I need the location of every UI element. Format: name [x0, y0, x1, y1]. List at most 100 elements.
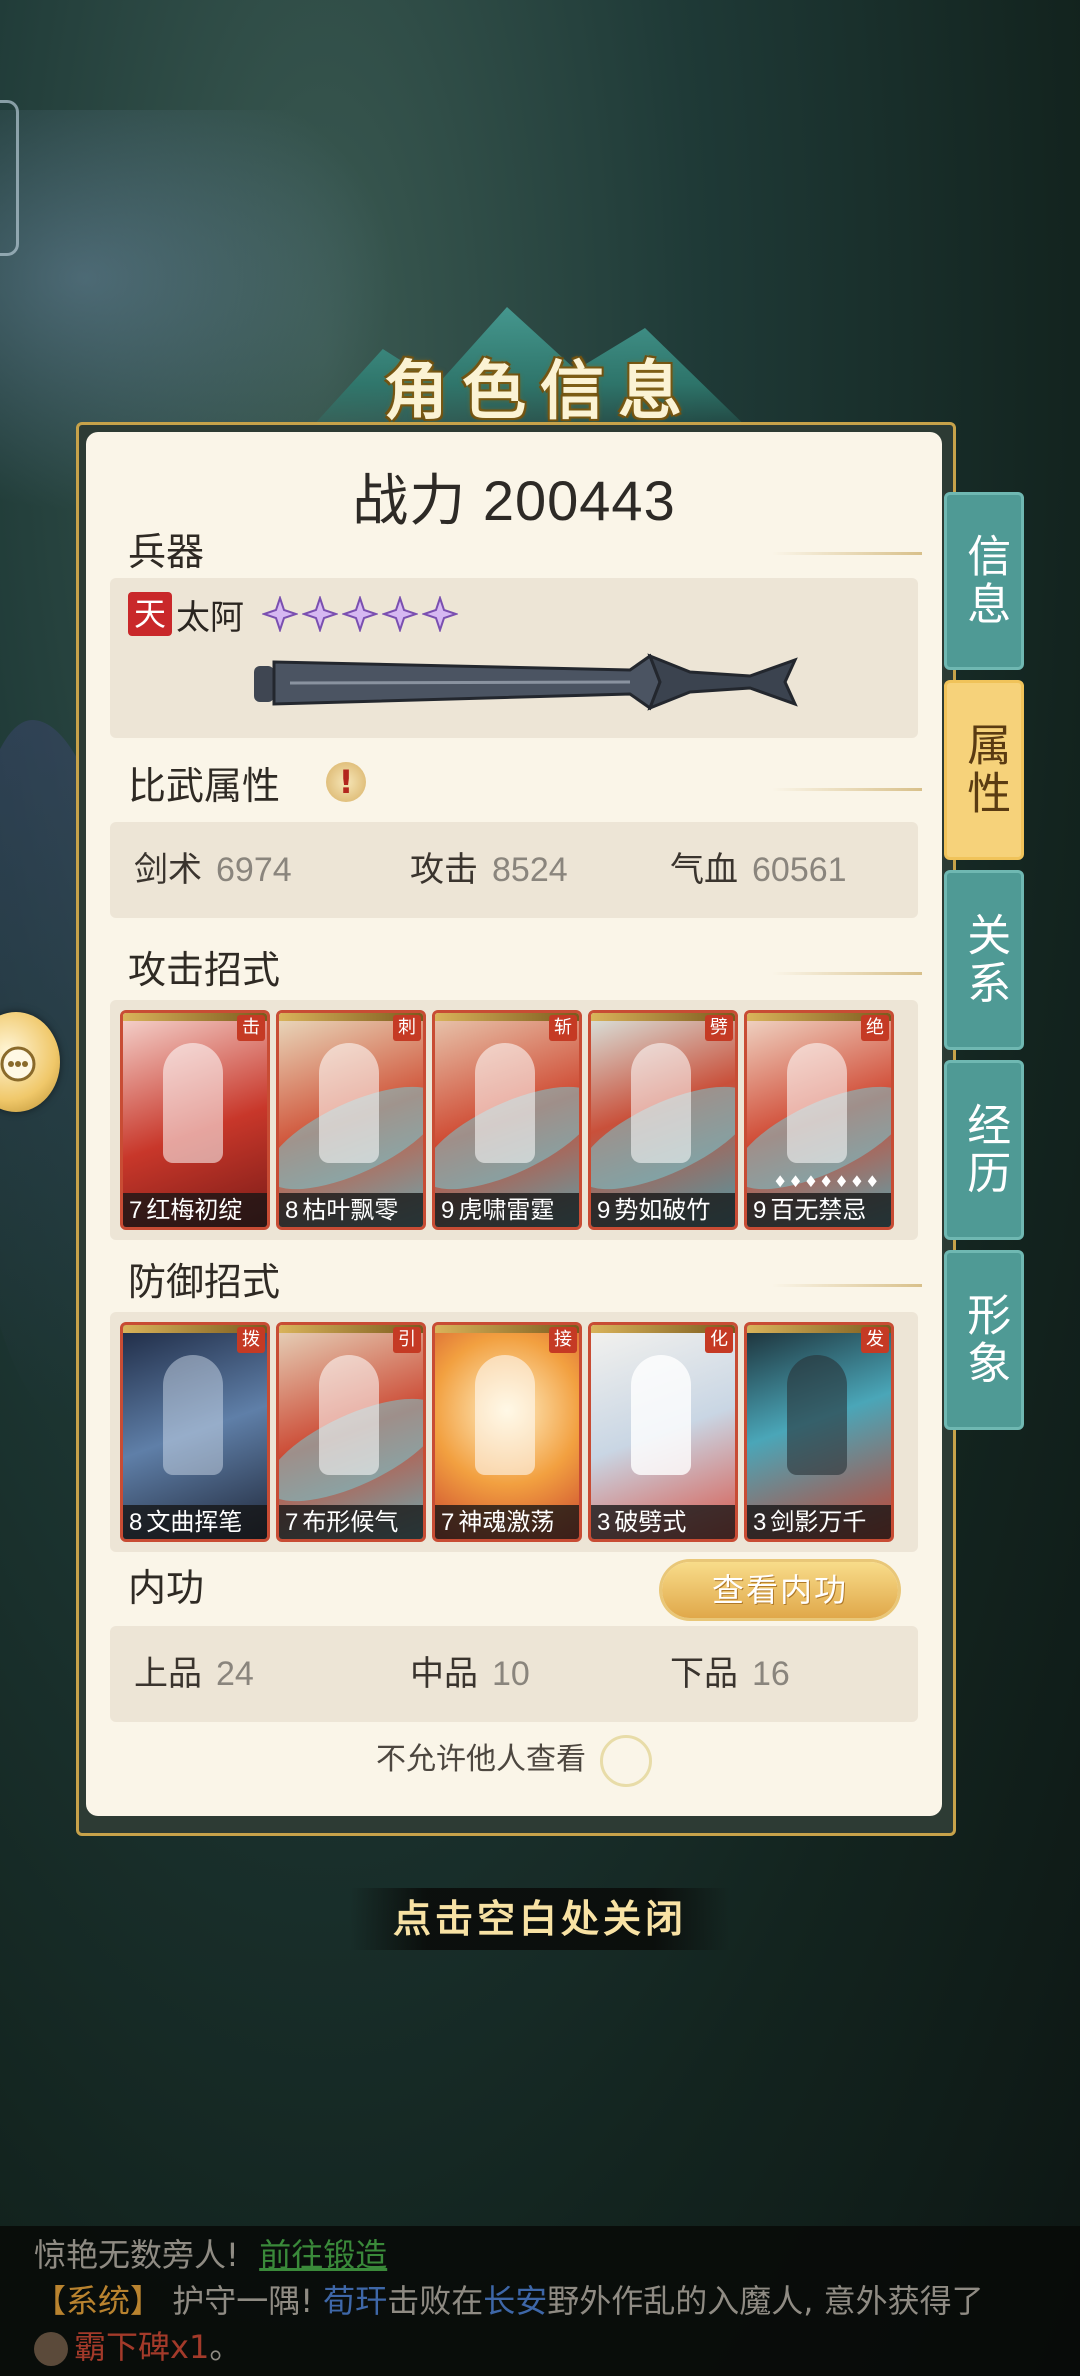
tab-info[interactable]: 信息 — [944, 492, 1024, 670]
tab-experience[interactable]: 经历 — [944, 1060, 1024, 1240]
weapon-box[interactable]: 天 太阿 — [110, 578, 918, 738]
dialog-title: 角色信息 — [384, 354, 696, 429]
left-edge-tab[interactable] — [0, 100, 19, 256]
card-figure — [163, 1043, 223, 1163]
defense-card[interactable]: 引 7 布形候气 — [276, 1322, 426, 1542]
star-icon — [382, 596, 418, 632]
card-type-tag: 发 — [861, 1327, 889, 1353]
power-value: 200443 — [482, 469, 676, 532]
weapon-name: 太阿 — [176, 598, 244, 638]
defense-moves-box: 拨 8 文曲挥笔 引 7 布形候气 接 7 神魂激荡 化 3 破劈式 发 3 剑… — [110, 1312, 918, 1552]
stat-lower-grade: 下品 16 — [670, 1654, 790, 1694]
card-label: 7 神魂激荡 — [435, 1505, 579, 1539]
go-forge-link[interactable]: 前往锻造 — [259, 2236, 387, 2274]
privacy-label: 不允许他人查看 — [376, 1742, 586, 1777]
item-icon — [34, 2332, 68, 2366]
chat-line: 【系统】 护守一隅! 荀玕击败在长安野外作乱的入魔人, 意外获得了 — [34, 2282, 984, 2320]
card-figure — [787, 1355, 847, 1475]
power-label: 战力 — [352, 469, 467, 532]
stat-upper-grade: 上品 24 — [134, 1654, 254, 1694]
attack-card-list: 击 7 红梅初绽 刺 8 枯叶飘零 斩 9 虎啸雷霆 劈 9 势如破竹 绝 ♦♦… — [120, 1010, 894, 1230]
card-label: 9 势如破竹 — [591, 1193, 735, 1227]
view-neigong-button[interactable]: 查看内功 — [662, 1562, 898, 1618]
tab-attributes[interactable]: 属性 — [944, 680, 1024, 860]
chat-line: 惊艳无数旁人! 前往锻造 — [34, 2236, 388, 2274]
divider — [772, 788, 922, 791]
divider — [772, 972, 922, 975]
attack-moves-box: 击 7 红梅初绽 刺 8 枯叶飘零 斩 9 虎啸雷霆 劈 9 势如破竹 绝 ♦♦… — [110, 1000, 918, 1240]
stat-middle-grade: 中品 10 — [410, 1654, 530, 1694]
warning-icon[interactable]: ! — [326, 762, 366, 802]
stat-attack: 攻击 8524 — [410, 850, 568, 890]
defense-card[interactable]: 接 7 神魂激荡 — [432, 1322, 582, 1542]
divider — [772, 552, 922, 555]
star-icon — [342, 596, 378, 632]
place-name[interactable]: 长安 — [483, 2282, 547, 2320]
attack-moves-section-label: 攻击招式 — [99, 942, 321, 992]
weapon-stars — [262, 596, 458, 632]
card-type-tag: 引 — [393, 1327, 421, 1353]
weapon-grade-badge: 天 — [128, 592, 172, 636]
card-label: 8 枯叶飘零 — [279, 1193, 423, 1227]
card-figure — [319, 1043, 379, 1163]
attack-card[interactable]: 劈 9 势如破竹 — [588, 1010, 738, 1230]
card-type-tag: 击 — [237, 1015, 265, 1041]
star-icon — [302, 596, 338, 632]
tab-appearance[interactable]: 形象 — [944, 1250, 1024, 1430]
combat-stats-box: 剑术 6974 攻击 8524 气血 60561 — [110, 822, 918, 918]
card-type-tag: 劈 — [705, 1015, 733, 1041]
defense-moves-section-label: 防御招式 — [99, 1254, 321, 1304]
star-icon — [422, 596, 458, 632]
card-figure — [475, 1355, 535, 1475]
attack-card[interactable]: 击 7 红梅初绽 — [120, 1010, 270, 1230]
player-name[interactable]: 荀玕 — [323, 2282, 387, 2320]
card-label: 9 百无禁忌 — [747, 1193, 891, 1227]
defense-card[interactable]: 化 3 破劈式 — [588, 1322, 738, 1542]
attack-card[interactable]: 绝 ♦♦♦♦♦♦♦ 9 百无禁忌 — [744, 1010, 894, 1230]
defense-card[interactable]: 发 3 剑影万千 — [744, 1322, 894, 1542]
privacy-toggle[interactable] — [600, 1734, 652, 1787]
system-tag: 【系统】 — [34, 2282, 163, 2320]
card-type-tag: 接 — [549, 1327, 577, 1353]
attack-card[interactable]: 刺 8 枯叶飘零 — [276, 1010, 426, 1230]
card-figure — [787, 1043, 847, 1163]
stat-hp: 气血 60561 — [670, 850, 847, 890]
combat-attr-section-label: 比武属性 — [99, 758, 321, 808]
defense-card[interactable]: 拨 8 文曲挥笔 — [120, 1322, 270, 1542]
neigong-section-label: 内功 — [99, 1560, 321, 1610]
card-type-tag: 绝 — [861, 1015, 889, 1041]
card-label: 3 破劈式 — [591, 1505, 735, 1539]
privacy-row: 不允许他人查看 — [86, 1734, 942, 1787]
card-label: 8 文曲挥笔 — [123, 1505, 267, 1539]
card-diamonds: ♦♦♦♦♦♦♦ — [773, 1172, 881, 1191]
chat-feed[interactable]: 惊艳无数旁人! 前往锻造 【系统】 护守一隅! 荀玕击败在长安野外作乱的入魔人,… — [0, 2226, 1080, 2376]
chat-line: 霸下碑x1。 — [34, 2324, 241, 2370]
card-figure — [631, 1355, 691, 1475]
weapon-section-label: 兵器 — [99, 524, 321, 574]
stat-sword: 剑术 6974 — [134, 850, 292, 890]
sword-icon — [254, 653, 798, 711]
defense-card-list: 拨 8 文曲挥笔 引 7 布形候气 接 7 神魂激荡 化 3 破劈式 发 3 剑… — [120, 1322, 894, 1542]
card-figure — [631, 1043, 691, 1163]
card-figure — [475, 1043, 535, 1163]
attack-card[interactable]: 斩 9 虎啸雷霆 — [432, 1010, 582, 1230]
divider — [772, 1284, 922, 1287]
card-label: 3 剑影万千 — [747, 1505, 891, 1539]
card-type-tag: 斩 — [549, 1015, 577, 1041]
chat-icon — [0, 1046, 36, 1082]
close-hint[interactable]: 点击空白处关闭 — [350, 1888, 730, 1950]
power-display: 战力 200443 — [86, 456, 942, 537]
star-icon — [262, 596, 298, 632]
card-label: 9 虎啸雷霆 — [435, 1193, 579, 1227]
card-type-tag: 拨 — [237, 1327, 265, 1353]
card-type-tag: 刺 — [393, 1015, 421, 1041]
character-info-panel: 战力 200443 兵器 天 太阿 比武属性 ! 剑术6974 攻击8524 — [86, 432, 942, 1816]
item-name[interactable]: 霸下碑 — [74, 2328, 170, 2366]
tab-relations[interactable]: 关系 — [944, 870, 1024, 1050]
card-figure — [319, 1355, 379, 1475]
card-label: 7 布形候气 — [279, 1505, 423, 1539]
card-label: 7 红梅初绽 — [123, 1193, 267, 1227]
card-type-tag: 化 — [705, 1327, 733, 1353]
card-figure — [163, 1355, 223, 1475]
neigong-stats-box: 上品 24 中品 10 下品 16 — [110, 1626, 918, 1722]
